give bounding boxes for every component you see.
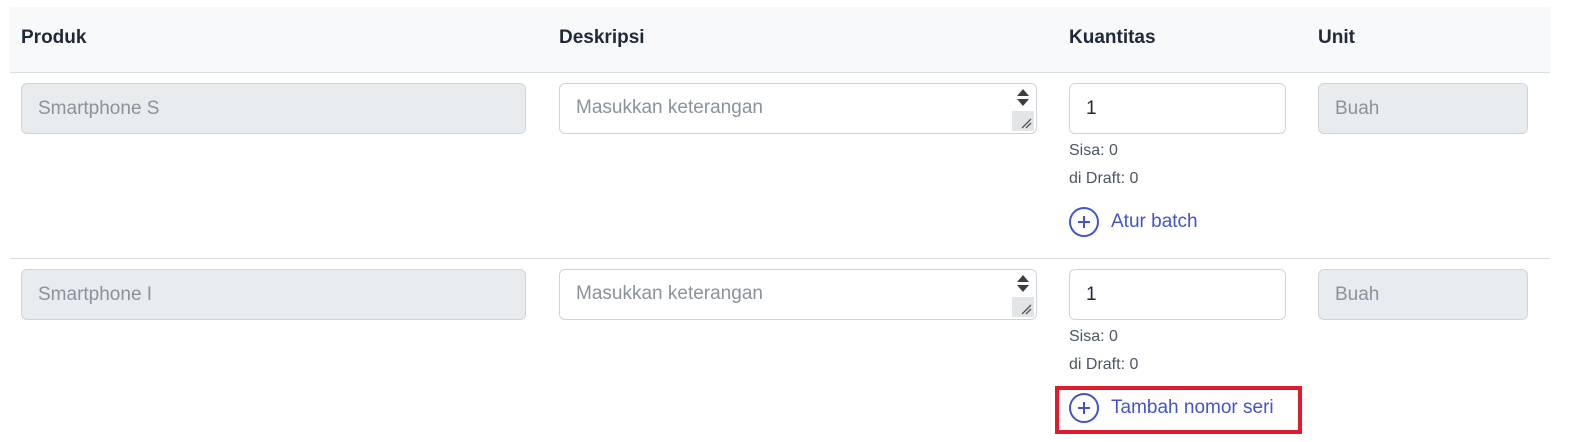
quantity-input[interactable]: 1 (1069, 269, 1286, 320)
resize-handle-icon[interactable] (1012, 297, 1034, 317)
header-deskripsi: Deskripsi (559, 27, 645, 48)
description-placeholder: Masukkan keterangan (576, 97, 763, 118)
highlight-box (1055, 386, 1302, 434)
resize-handle-icon[interactable] (1012, 111, 1034, 131)
header-produk: Produk (21, 27, 87, 48)
quantity-input[interactable]: 1 (1069, 83, 1286, 134)
remaining-text: Sisa: 0 (1069, 328, 1118, 345)
set-batch-label: Atur batch (1111, 211, 1198, 232)
product-field: Smartphone I (21, 269, 526, 320)
textarea-spinner-icon[interactable] (1014, 272, 1032, 294)
table-row: Smartphone S Masukkan keterangan 1 Buah … (10, 73, 1550, 259)
table-row: Smartphone I Masukkan keterangan 1 Buah … (10, 259, 1550, 442)
description-placeholder: Masukkan keterangan (576, 283, 763, 304)
unit-field: Buah (1318, 269, 1528, 320)
header-kuantitas: Kuantitas (1069, 27, 1156, 48)
product-field: Smartphone S (21, 83, 526, 134)
plus-circle-icon (1069, 207, 1099, 237)
product-table: Produk Deskripsi Kuantitas Unit Smartpho… (10, 7, 1550, 434)
set-batch-button[interactable]: Atur batch (1069, 207, 1198, 237)
table-header: Produk Deskripsi Kuantitas Unit (10, 7, 1550, 73)
description-textarea[interactable]: Masukkan keterangan (559, 269, 1037, 320)
textarea-spinner-icon[interactable] (1014, 86, 1032, 108)
draft-text: di Draft: 0 (1069, 356, 1139, 373)
header-unit: Unit (1318, 27, 1355, 48)
description-textarea[interactable]: Masukkan keterangan (559, 83, 1037, 134)
unit-field: Buah (1318, 83, 1528, 134)
draft-text: di Draft: 0 (1069, 170, 1139, 187)
remaining-text: Sisa: 0 (1069, 142, 1118, 159)
